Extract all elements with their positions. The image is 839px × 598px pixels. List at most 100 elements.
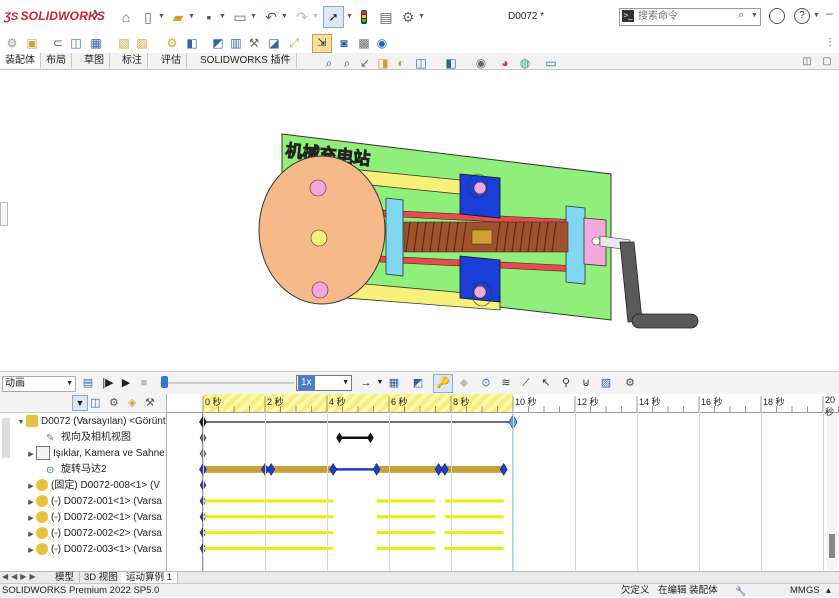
restore-icon[interactable]: ◫ xyxy=(800,56,814,67)
window-minimize-icon[interactable]: – xyxy=(826,6,833,20)
print-dropdown-icon[interactable]: ▼ xyxy=(250,13,257,20)
filter-selected-icon[interactable]: ◈ xyxy=(128,396,136,409)
open-icon[interactable]: ▰ xyxy=(170,9,186,25)
filter-driving-icon[interactable]: ⚙ xyxy=(109,396,119,409)
smart-fasteners-icon[interactable]: ▧ xyxy=(116,35,132,51)
file-properties-icon[interactable]: ▤ xyxy=(378,9,394,25)
search-input[interactable] xyxy=(620,9,738,23)
toolbar-scroll-icon[interactable]: ⋮ xyxy=(822,35,838,51)
contact-icon[interactable]: ⚲ xyxy=(558,375,574,391)
help-icon[interactable]: ? xyxy=(794,8,810,24)
linear-pattern-icon[interactable]: ▦ xyxy=(88,35,104,51)
undo-icon[interactable]: ↶ xyxy=(263,9,279,25)
motion-study-properties-icon[interactable]: ⚙ xyxy=(622,375,638,391)
tab-sketch[interactable]: 草图 xyxy=(79,53,110,68)
tab-scroll-arrows[interactable]: ◀◀▶▶ xyxy=(2,572,39,581)
show-hidden-icon[interactable]: ⚙ xyxy=(164,35,180,51)
instant3d-icon[interactable]: ⤢ xyxy=(286,35,302,51)
help-dropdown-icon[interactable]: ▼ xyxy=(813,12,820,19)
spring-icon[interactable]: ≋ xyxy=(498,375,514,391)
animation-wizard-icon[interactable]: ◩ xyxy=(410,375,426,391)
tree-item-part-003[interactable]: ▶ (-) D0072-003<1> (Varsa xyxy=(0,542,166,557)
display-style-icon[interactable]: ◧ xyxy=(444,56,458,70)
home-icon[interactable]: ⌂ xyxy=(118,9,134,25)
tab-layout[interactable]: 布局 xyxy=(41,53,72,68)
graphics-area[interactable]: 机械充电站 xyxy=(0,70,839,370)
options-dropdown-icon[interactable]: ▼ xyxy=(418,13,425,20)
playback-slider[interactable] xyxy=(160,382,294,384)
tree-scrollbar[interactable] xyxy=(2,418,10,458)
section-view-icon[interactable]: ◨ xyxy=(376,56,390,70)
undo-dropdown-icon[interactable]: ▼ xyxy=(281,13,288,20)
print-icon[interactable]: ▭ xyxy=(232,9,248,25)
unit-dropdown-icon[interactable]: ▴ xyxy=(826,584,831,597)
dynamic-annotation-icon[interactable]: ◐ xyxy=(394,56,408,70)
redo-dropdown-icon[interactable]: ▼ xyxy=(312,13,319,20)
save-dropdown-icon[interactable]: ▼ xyxy=(219,13,226,20)
bill-of-materials-icon[interactable]: ⚒ xyxy=(246,35,262,51)
gravity-icon[interactable]: ⊍ xyxy=(578,375,594,391)
rebuild-status-icon[interactable]: 🔧 xyxy=(735,585,746,598)
study-type-select[interactable]: 动画 ▼ xyxy=(2,376,76,392)
menu-expand-icon[interactable]: ❯ xyxy=(92,9,100,20)
apply-scene-icon[interactable]: ◍ xyxy=(518,56,532,70)
move-component-icon[interactable]: ▨ xyxy=(134,35,150,51)
tab-assembly[interactable]: 装配体 xyxy=(0,53,41,68)
tree-item-motor[interactable]: ⊙ 旋转马达2 xyxy=(0,462,166,477)
assembly-features-icon[interactable]: ◧ xyxy=(184,35,200,51)
filter-animated-icon[interactable]: ◫ xyxy=(90,396,100,409)
component-preview-icon[interactable]: ◫ xyxy=(68,35,84,51)
tab-solidworks-addins[interactable]: SOLIDWORKS 插件 xyxy=(195,53,297,68)
damper-icon[interactable]: ⟋ xyxy=(518,375,534,391)
tree-item-lights[interactable]: ▶ Işıklar, Kamera ve Sahne xyxy=(0,446,166,461)
edit-appearance-icon[interactable]: ◕ xyxy=(498,56,512,70)
tree-item-views[interactable]: ✎ 视向及相机视图 xyxy=(0,430,166,445)
unit-system[interactable]: MMGS xyxy=(790,584,820,597)
search-dropdown-icon[interactable]: ▼ xyxy=(751,12,758,19)
view-settings-icon[interactable]: ▭ xyxy=(544,56,558,70)
autokey-icon[interactable]: 🔑 xyxy=(433,374,453,393)
tab-evaluate[interactable]: 评估 xyxy=(156,53,187,68)
select-tool-button[interactable]: ➚ xyxy=(323,6,344,28)
redo-icon[interactable]: ↷ xyxy=(294,9,310,25)
filter-icon[interactable]: ▼ xyxy=(72,395,88,411)
magnifier-icon[interactable]: ⌕ xyxy=(738,9,744,22)
previous-view-icon[interactable]: ↙ xyxy=(358,56,372,70)
add-update-key-icon[interactable]: ◆ xyxy=(456,375,472,391)
calculate-icon[interactable]: ▤ xyxy=(80,375,96,391)
zoom-to-fit-icon[interactable]: ⌕ xyxy=(322,56,336,71)
camera-icon[interactable]: ◉ xyxy=(374,35,390,51)
play-from-start-icon[interactable]: |▶ xyxy=(100,375,116,391)
maximize-icon[interactable]: ▢ xyxy=(820,56,834,67)
options-gear-icon[interactable]: ⚙ xyxy=(400,9,416,25)
view-orientation-icon[interactable]: ◫ xyxy=(414,56,428,70)
new-document-icon[interactable]: ▯ xyxy=(140,9,156,25)
exploded-view-icon[interactable]: ◪ xyxy=(266,35,282,51)
tree-item-root[interactable]: ▼ D0072 (Varsayılan) <Görüntü xyxy=(0,414,166,429)
save-animation-icon[interactable]: ▦ xyxy=(386,375,402,391)
new-dropdown-icon[interactable]: ▼ xyxy=(158,13,165,20)
filter-results-icon[interactable]: ⚒ xyxy=(145,396,155,409)
user-account-icon[interactable] xyxy=(769,8,785,24)
force-icon[interactable]: ↖ xyxy=(538,375,554,391)
update-speedpak-icon[interactable]: ⇲ xyxy=(312,34,332,53)
large-assembly-icon[interactable]: ▩ xyxy=(356,35,372,51)
hide-show-items-icon[interactable]: ◉ xyxy=(474,56,488,70)
playback-speed-select[interactable]: 1x ▼ xyxy=(296,375,352,391)
paperclip-icon[interactable]: ⊂ xyxy=(50,35,66,51)
search-commands-box[interactable]: >_ ⌕ ▼ xyxy=(619,8,761,26)
motor-icon[interactable]: ⊙ xyxy=(478,375,494,391)
playback-slider-thumb[interactable] xyxy=(161,376,168,388)
motion-timeline[interactable]: 0 秒 2 秒 4 秒 6 秒 8 秒 10 秒 12 秒 14 秒 16 秒 18 秒 20 秒 xyxy=(167,394,839,571)
mate-icon[interactable]: ▣ xyxy=(24,35,40,51)
save-icon[interactable]: ▪ xyxy=(201,9,217,25)
results-plots-icon[interactable]: ▨ xyxy=(598,375,614,391)
stop-icon[interactable]: ■ xyxy=(136,375,152,391)
new-motion-study-icon[interactable]: ▥ xyxy=(228,35,244,51)
take-snapshot-icon[interactable]: ◙ xyxy=(336,35,352,51)
tree-item-part-001[interactable]: ▶ (-) D0072-001<1> (Varsa xyxy=(0,494,166,509)
tree-item-part-008[interactable]: ▶ (固定) D0072-008<1> (V xyxy=(0,478,166,493)
tree-item-part-002-1[interactable]: ▶ (-) D0072-002<1> (Varsa xyxy=(0,510,166,525)
zoom-to-area-icon[interactable]: ⌕ xyxy=(340,56,354,71)
tree-item-part-002-2[interactable]: ▶ (-) D0072-002<2> (Varsa xyxy=(0,526,166,541)
